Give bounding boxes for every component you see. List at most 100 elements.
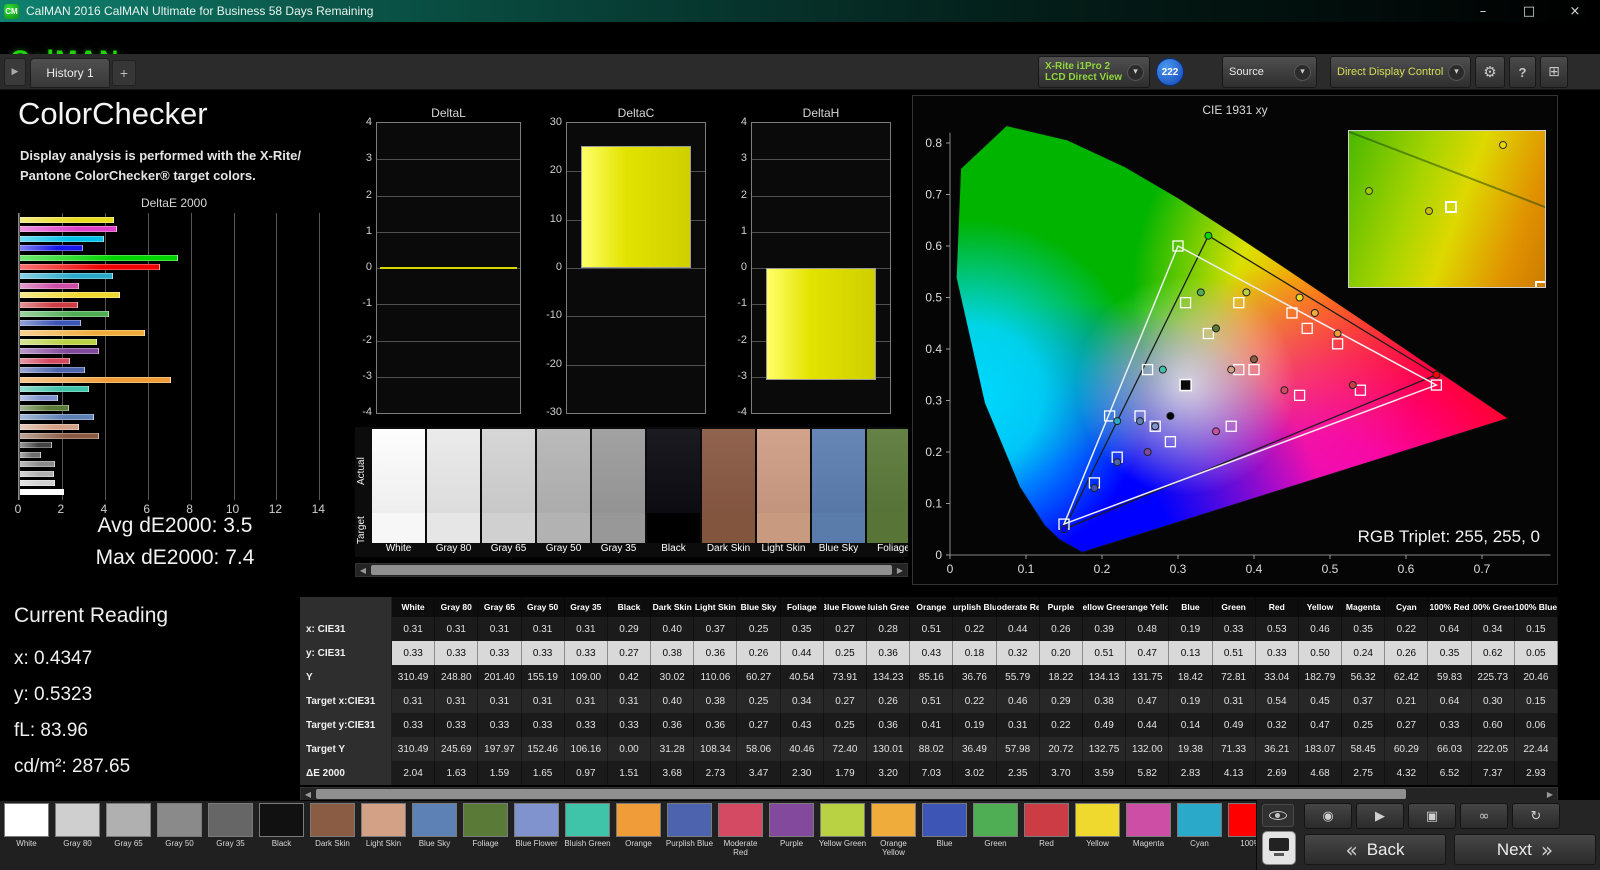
deltae-bar-100-blue: [20, 245, 83, 252]
display-preview-button[interactable]: [1262, 831, 1296, 865]
patch-button-red[interactable]: Red: [1022, 803, 1071, 867]
maximize-button[interactable]: □: [1506, 0, 1552, 22]
measured-point: [1166, 411, 1175, 420]
table-cell: 2.04: [392, 761, 436, 785]
tab-history-1[interactable]: History 1: [30, 58, 110, 88]
layout-panel-button[interactable]: ⊞: [1540, 56, 1568, 88]
patch-button-purple[interactable]: Purple: [767, 803, 816, 867]
axis-tick-label: 2: [740, 188, 747, 201]
patch-button-blue-flower[interactable]: Blue Flower: [512, 803, 561, 867]
table-scrollbar[interactable]: ◀ ▶: [300, 787, 1558, 801]
refresh-button[interactable]: ↻: [1512, 803, 1560, 829]
deltae-bar-green: [20, 310, 109, 317]
patch-button-gray-35[interactable]: Gray 35: [206, 803, 255, 867]
patch-button-blue-sky[interactable]: Blue Sky: [410, 803, 459, 867]
settings-gear-button[interactable]: ⚙: [1475, 56, 1505, 88]
axis-tick-label: 30: [549, 116, 562, 128]
next-button[interactable]: Next »: [1454, 834, 1596, 865]
source-dropdown[interactable]: Source ▾: [1222, 56, 1317, 88]
table-cell: 55.79: [996, 665, 1040, 689]
table-cell: 0.31: [435, 689, 479, 713]
table-cell: 22.44: [1514, 737, 1558, 761]
axis-tick-label: -2: [362, 333, 372, 346]
add-tab-button[interactable]: +: [112, 60, 136, 86]
table-cell: 0.33: [1212, 617, 1256, 641]
table-cell: 0.49: [1082, 713, 1127, 737]
table-scrollbar-thumb[interactable]: [316, 789, 1406, 799]
swatch-label: Gray 80: [435, 543, 472, 554]
meter-dropdown[interactable]: X-Rite i1Pro 2 LCD Direct View ▾: [1038, 56, 1150, 88]
patch-button-orange[interactable]: Orange: [614, 803, 663, 867]
table-cell: 0.45: [1298, 689, 1343, 713]
measured-point: [1212, 427, 1220, 436]
table-cell: 2.69: [1255, 761, 1299, 785]
table-cell: 0.31: [564, 617, 608, 641]
table-cell: 0.25: [1342, 713, 1386, 737]
patch-button-moderate-red[interactable]: Moderate Red: [716, 803, 765, 867]
description-line: Pantone ColorChecker® target colors.: [20, 167, 256, 183]
back-button[interactable]: « Back: [1304, 834, 1446, 865]
axis-tick-label: 0.4: [1246, 562, 1263, 576]
scroll-right-icon[interactable]: ▶: [893, 564, 907, 576]
patch-button-green[interactable]: Green: [971, 803, 1020, 867]
patch-button-orange-yellow[interactable]: Orange Yellow: [869, 803, 918, 867]
target-swatch: [537, 513, 590, 543]
patch-button-gray-80[interactable]: Gray 80: [53, 803, 102, 867]
gridline: [567, 268, 705, 269]
preview-eye-button[interactable]: [1262, 804, 1294, 827]
scroll-right-icon[interactable]: ▶: [1543, 788, 1557, 800]
scroll-left-icon[interactable]: ◀: [356, 564, 370, 576]
patch-button-gray-65[interactable]: Gray 65: [104, 803, 153, 867]
table-cell: 109.00: [564, 665, 608, 689]
patch-button-bluish-green[interactable]: Bluish Green: [563, 803, 612, 867]
scroll-left-icon[interactable]: ◀: [301, 788, 315, 800]
patch-button-foliage[interactable]: Foliage: [461, 803, 510, 867]
patch-button-light-skin[interactable]: Light Skin: [359, 803, 408, 867]
patch-button-dark-skin[interactable]: Dark Skin: [308, 803, 357, 867]
table-cell: 1.51: [607, 761, 652, 785]
patch-button-yellow[interactable]: Yellow: [1073, 803, 1122, 867]
patch-label: Dark Skin: [315, 839, 350, 848]
patch-button-magenta[interactable]: Magenta: [1124, 803, 1173, 867]
deltae-bar-100-cyan: [20, 235, 104, 242]
workflow-nav-button[interactable]: ▶: [4, 58, 26, 86]
display-control-dropdown[interactable]: Direct Display Control ▾: [1330, 56, 1471, 88]
table-col-header: Purple: [1039, 597, 1083, 617]
read-button[interactable]: ◉: [1304, 803, 1352, 829]
target-swatch: [812, 513, 865, 543]
deltae-bar-red: [20, 301, 78, 308]
patch-button-black[interactable]: Black: [257, 803, 306, 867]
monitor-stand: [1274, 853, 1284, 856]
continuous-loop-button[interactable]: ∞: [1460, 803, 1508, 829]
patch-button-cyan[interactable]: Cyan: [1175, 803, 1224, 867]
frame-button[interactable]: ▣: [1408, 803, 1456, 829]
patch-button-gray-50[interactable]: Gray 50: [155, 803, 204, 867]
swatch-scrollbar-thumb[interactable]: [371, 565, 892, 575]
swatch-scrollbar[interactable]: ◀ ▶: [355, 563, 908, 577]
chevron-down-icon[interactable]: ▾: [1294, 63, 1311, 81]
deltae-bar-magenta: [20, 282, 79, 289]
table-cell: 88.02: [910, 737, 954, 761]
axis-tick-label: -1: [737, 297, 747, 310]
table-col-header: 100% Blue: [1514, 597, 1558, 617]
table-cell: 155.19: [521, 665, 565, 689]
table-cell: 30.02: [651, 665, 695, 689]
patch-button-blue[interactable]: Blue: [920, 803, 969, 867]
description-line: Display analysis is performed with the X…: [20, 148, 302, 163]
table-cell: 225.73: [1471, 665, 1515, 689]
minimize-button[interactable]: –: [1460, 0, 1506, 22]
swatch-column-gray-80: Gray 80: [427, 429, 480, 555]
patch-button-yellow-green[interactable]: Yellow Green: [818, 803, 867, 867]
table-cell: 0.31: [564, 689, 608, 713]
meter-count-badge[interactable]: 222: [1156, 58, 1184, 86]
axis-tick-label: 10: [549, 212, 562, 225]
help-button[interactable]: ?: [1509, 56, 1536, 88]
patch-label: Blue: [936, 839, 953, 848]
patch-button-100-[interactable]: 100%: [1226, 803, 1256, 867]
chevron-down-icon[interactable]: ▾: [1127, 63, 1144, 81]
patch-button-white[interactable]: White: [2, 803, 51, 867]
play-button[interactable]: ▶: [1356, 803, 1404, 829]
chevron-down-icon[interactable]: ▾: [1448, 63, 1465, 81]
close-button[interactable]: ×: [1552, 0, 1598, 22]
patch-button-purplish-blue[interactable]: Purplish Blue: [665, 803, 714, 867]
